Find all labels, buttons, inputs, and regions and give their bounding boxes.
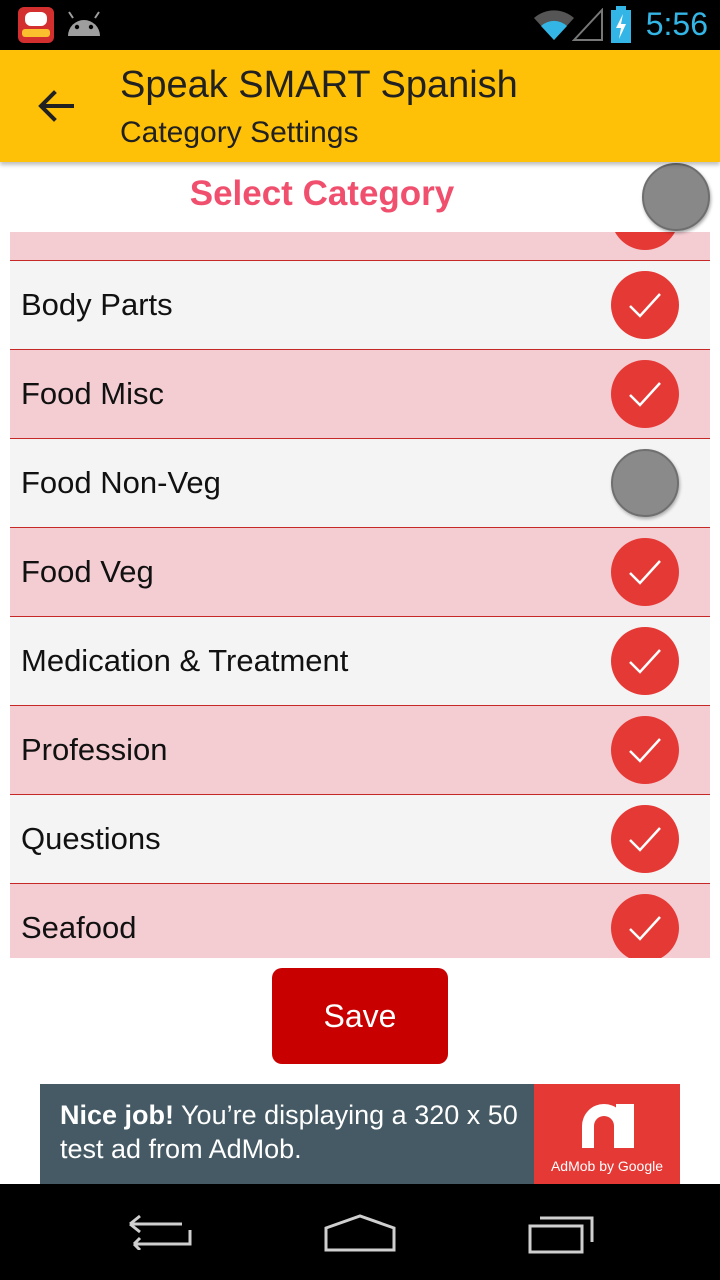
category-list[interactable]: Body Parts Food Misc Food Non-Veg Food Veg M… — [10, 232, 710, 958]
ad-headline: Nice job! — [60, 1100, 175, 1130]
checkmark-icon — [629, 649, 661, 674]
checkmark-icon — [629, 916, 661, 941]
checkmark-icon — [629, 382, 661, 407]
app-notification-icon — [18, 7, 54, 43]
app-title: Speak SMART Spanish — [120, 64, 518, 106]
category-label: Seafood — [21, 910, 137, 945]
ad-brand: AdMob by Google — [550, 1158, 664, 1174]
category-row[interactable]: Body Parts — [10, 261, 710, 350]
save-button[interactable]: Save — [272, 968, 448, 1064]
category-label: Food Misc — [21, 376, 164, 411]
checkmark-icon — [629, 560, 661, 585]
ad-banner[interactable]: Nice job! You’re displaying a 320 x 50 t… — [40, 1084, 680, 1184]
screen-subtitle: Category Settings — [120, 116, 359, 149]
category-checkbox-checked[interactable] — [611, 894, 679, 958]
category-checkbox-checked[interactable] — [611, 627, 679, 695]
category-label: Profession — [21, 732, 168, 767]
category-row[interactable]: Medication & Treatment — [10, 617, 710, 706]
system-nav-bar — [0, 1184, 720, 1280]
category-label: Food Veg — [21, 554, 154, 589]
category-checkbox-checked[interactable] — [611, 716, 679, 784]
checkmark-icon — [629, 293, 661, 318]
select-category-header: Select Category — [0, 162, 720, 232]
wifi-icon — [534, 10, 574, 40]
checkmark-icon — [629, 738, 661, 763]
category-row[interactable]: Food Non-Veg — [10, 439, 710, 528]
admob-logo-box: AdMob by Google — [534, 1084, 680, 1184]
arrow-back-icon[interactable] — [34, 84, 78, 128]
signal-icon — [572, 8, 603, 41]
category-checkbox-checked[interactable] — [611, 232, 679, 250]
checkmark-icon — [629, 827, 661, 852]
select-category-title: Select Category — [189, 174, 455, 213]
category-checkbox-checked[interactable] — [611, 805, 679, 873]
category-row[interactable]: Food Veg — [10, 528, 710, 617]
category-row[interactable]: Seafood — [10, 884, 710, 958]
battery-charging-icon — [611, 6, 631, 43]
status-time: 5:56 — [645, 6, 708, 42]
app-toolbar: Speak SMART Spanish Category Settings — [0, 50, 720, 162]
category-checkbox-checked[interactable] — [611, 360, 679, 428]
category-checkbox-unchecked[interactable] — [611, 449, 679, 517]
category-checkbox-checked[interactable] — [611, 271, 679, 339]
category-label: Medication & Treatment — [21, 643, 349, 678]
category-label: Questions — [21, 821, 161, 856]
category-label: Food Non-Veg — [21, 465, 221, 500]
ad-text: Nice job! You’re displaying a 320 x 50 t… — [60, 1098, 540, 1166]
category-row[interactable]: Food Misc — [10, 350, 710, 439]
status-bar: 5:56 — [0, 0, 720, 50]
select-all-toggle[interactable] — [642, 163, 710, 231]
nav-recents-icon[interactable] — [526, 1210, 596, 1254]
category-label: Body Parts — [21, 287, 173, 322]
nav-home-icon[interactable] — [322, 1212, 398, 1252]
category-row[interactable]: Questions — [10, 795, 710, 884]
nav-back-icon[interactable] — [124, 1214, 196, 1250]
admob-logo-icon — [582, 1104, 634, 1148]
category-checkbox-checked[interactable] — [611, 538, 679, 606]
category-row[interactable]: Profession — [10, 706, 710, 795]
android-icon — [68, 11, 100, 36]
category-row[interactable] — [10, 232, 710, 261]
